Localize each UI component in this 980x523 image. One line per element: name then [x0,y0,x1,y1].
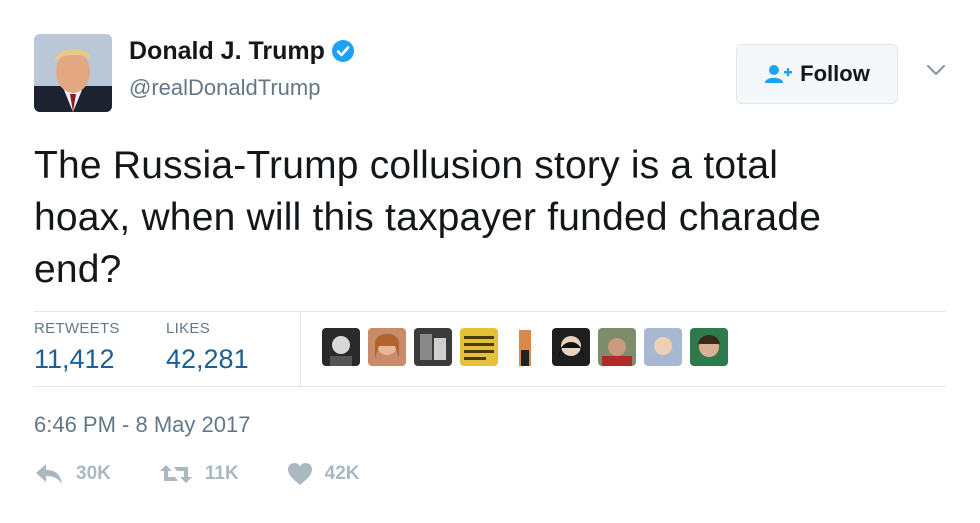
retweet-count: 11K [204,463,239,484]
liker-avatar[interactable] [598,328,636,366]
reply-button[interactable]: 30K [34,462,111,486]
author-handle[interactable]: @realDonaldTrump [129,75,355,101]
retweets-stat[interactable]: RETWEETS 11,412 [34,320,120,375]
heart-icon [287,463,312,485]
like-count: 42K [324,463,360,484]
reply-count: 30K [76,463,111,484]
stats-top-divider [34,311,946,312]
tweet-actions: 30K 11K 42K [34,462,408,486]
liker-avatar[interactable] [690,328,728,366]
likes-label: LIKES [166,320,211,337]
author-name[interactable]: Donald J. Trump [129,36,325,66]
tweet-line: end? [34,248,122,291]
stats-separator [300,312,301,386]
liker-avatars [322,328,728,366]
like-button[interactable]: 42K [287,462,360,486]
retweets-value: 11,412 [34,344,115,374]
liker-avatar[interactable] [414,328,452,366]
tweet-line: The Russia-Trump collusion story is a to… [34,144,779,187]
chevron-down-icon[interactable] [924,60,948,80]
author-block: Donald J. Trump @realDonaldTrump [129,36,355,101]
tweet-line: hoax, when will this taxpayer funded cha… [34,196,822,239]
follow-button[interactable]: Follow [736,44,898,104]
liker-avatar[interactable] [322,328,360,366]
retweet-icon [159,465,192,483]
reply-icon [36,464,62,484]
tweet-text: The Russia-Trump collusion story is a to… [34,140,954,296]
verified-badge-icon [331,40,354,62]
liker-avatar[interactable] [644,328,682,366]
liker-avatar[interactable] [460,328,498,366]
stats-bottom-divider [34,386,946,387]
tweet-timestamp[interactable]: 6:46 PM - 8 May 2017 [34,412,250,438]
liker-avatar[interactable] [552,328,590,366]
retweet-button[interactable]: 11K [159,462,239,486]
author-avatar[interactable] [34,34,112,112]
likes-value: 42,281 [166,344,249,374]
liker-avatar[interactable] [506,328,544,366]
follow-button-label: Follow [800,61,870,86]
add-user-icon [765,65,793,83]
retweets-label: RETWEETS [34,320,120,337]
liker-avatar[interactable] [368,328,406,366]
likes-stat[interactable]: LIKES 42,281 [166,320,249,375]
